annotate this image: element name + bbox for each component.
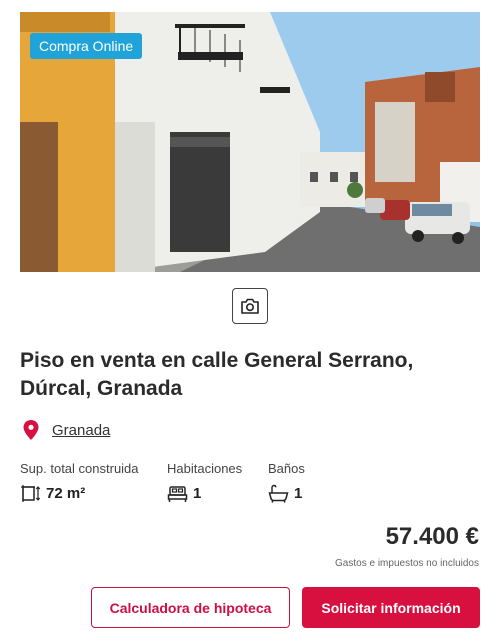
bath-icon [268, 484, 289, 503]
compra-online-badge: Compra Online [30, 33, 143, 59]
location-link[interactable]: Granada [52, 422, 110, 439]
feature-rooms-label: Habitaciones [167, 461, 243, 476]
listing-title: Piso en venta en calle General Serrano, … [20, 349, 414, 400]
tax-note: Gastos e impuestos no incluidos [335, 558, 479, 569]
property-photo[interactable]: Compra Online [20, 12, 480, 272]
feature-baths-value: 1 [294, 485, 303, 502]
feature-area-label: Sup. total construida [20, 461, 139, 476]
photo-gallery-button[interactable] [232, 288, 268, 324]
feature-baths: Baños 1 [268, 461, 305, 503]
request-info-button[interactable]: Solicitar información [302, 587, 480, 628]
feature-area: Sup. total construida 72 m² [20, 461, 139, 503]
feature-rooms: Habitaciones 1 [167, 461, 242, 503]
price: 57.400 € [385, 523, 479, 550]
bed-icon [167, 486, 188, 502]
location-row: Granada [22, 419, 110, 441]
camera-icon [241, 298, 259, 314]
feature-baths-label: Baños [268, 461, 305, 476]
feature-rooms-value: 1 [193, 485, 202, 502]
map-pin-icon [23, 420, 39, 440]
mortgage-calculator-button[interactable]: Calculadora de hipoteca [91, 587, 290, 628]
area-icon [21, 485, 41, 502]
feature-area-value: 72 m² [46, 485, 86, 502]
